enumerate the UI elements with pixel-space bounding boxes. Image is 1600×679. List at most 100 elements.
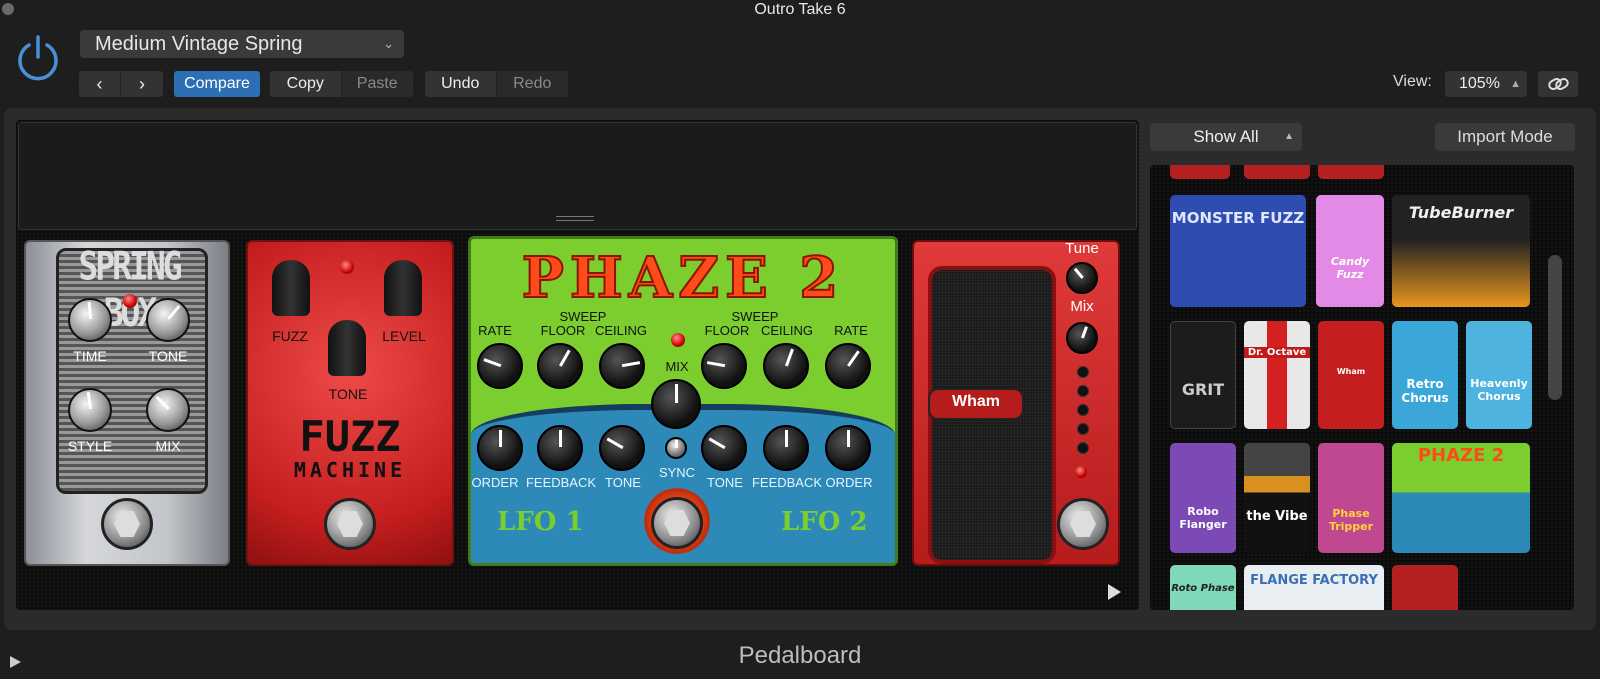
- play-icon[interactable]: [1108, 584, 1121, 600]
- previous-preset-button[interactable]: ‹: [79, 71, 121, 97]
- lfo1-label: LFO 1: [497, 507, 584, 537]
- mode-selector-dot[interactable]: [1077, 423, 1089, 435]
- pedal-filter-dropdown[interactable]: Show All ▲: [1150, 123, 1302, 151]
- mode-selector-dot[interactable]: [1077, 385, 1089, 397]
- knob-label: RATE: [834, 323, 868, 338]
- chevron-down-icon: ⌄: [383, 36, 394, 51]
- mix-knob[interactable]: [651, 379, 701, 429]
- lfo2-tone-knob[interactable]: [701, 425, 747, 471]
- thumbnail-label: TubeBurner: [1408, 203, 1514, 222]
- pedal-browser[interactable]: MONSTER FUZZ Candy Fuzz TubeBurner GRIT …: [1150, 165, 1574, 610]
- router-drawer[interactable]: [18, 122, 1137, 230]
- link-button[interactable]: [1538, 71, 1578, 97]
- lfo1-ceiling-knob[interactable]: [599, 343, 645, 389]
- zoom-selector[interactable]: 105% ▲: [1445, 71, 1527, 97]
- pedal-thumbnail-dr-octave[interactable]: Dr. Octave: [1244, 321, 1310, 429]
- pedal-thumbnail-roto-phase[interactable]: Roto Phase: [1170, 565, 1236, 610]
- time-knob[interactable]: [68, 298, 112, 342]
- pedal-wham[interactable]: Wham Tune Mix: [912, 240, 1120, 566]
- mix-knob[interactable]: [146, 388, 190, 432]
- view-label: View:: [1393, 73, 1432, 90]
- copy-paste-group: Copy Paste: [270, 71, 413, 97]
- sweep-label: SWEEP: [559, 309, 607, 324]
- copy-button[interactable]: Copy: [270, 71, 342, 97]
- lfo2-feedback-knob[interactable]: [763, 425, 809, 471]
- knob-label: TIME: [73, 348, 107, 364]
- knob-label: Tune: [1065, 240, 1099, 257]
- pedal-thumbnail-flange-factory[interactable]: FLANGE FACTORY: [1244, 565, 1384, 610]
- tone-knob[interactable]: [146, 298, 190, 342]
- undo-redo-group: Undo Redo: [425, 71, 568, 97]
- mix-knob[interactable]: [1066, 322, 1098, 354]
- pedal-thumbnail[interactable]: [1244, 165, 1310, 179]
- power-button[interactable]: [14, 33, 62, 81]
- power-icon: [18, 35, 58, 81]
- tone-knob[interactable]: [328, 320, 366, 376]
- footswitch[interactable]: [651, 497, 703, 549]
- thumbnail-label: Heavenly Chorus: [1470, 377, 1528, 403]
- lfo2-rate-knob[interactable]: [825, 343, 871, 389]
- pedal-thumbnail-tubeburner[interactable]: TubeBurner: [1392, 195, 1530, 307]
- lfo1-feedback-knob[interactable]: [537, 425, 583, 471]
- pedal-phaze-2[interactable]: PHAZE 2 SWEEP SWEEP RATE FLOOR CEILING F…: [468, 236, 898, 566]
- lfo1-tone-knob[interactable]: [599, 425, 645, 471]
- knob-label: CEILING: [594, 323, 648, 338]
- pedal-thumbnail[interactable]: [1318, 165, 1384, 179]
- knob-label: TONE: [605, 475, 641, 490]
- lfo1-floor-knob[interactable]: [537, 343, 583, 389]
- knob-label: TONE: [328, 386, 368, 402]
- next-preset-button[interactable]: ›: [121, 71, 163, 97]
- thumbnail-label: Candy Fuzz: [1330, 255, 1370, 281]
- mode-selector-dot[interactable]: [1077, 404, 1089, 416]
- compare-button[interactable]: Compare: [174, 71, 260, 97]
- mode-selector-dot[interactable]: [1077, 366, 1089, 378]
- pedal-thumbnail-robo-flanger[interactable]: Robo Flanger: [1170, 443, 1236, 553]
- pedal-thumbnail-the-vibe[interactable]: the Vibe: [1244, 443, 1310, 553]
- paste-button[interactable]: Paste: [341, 71, 413, 97]
- knob-label: ORDER: [825, 475, 873, 490]
- knob-label: TONE: [707, 475, 743, 490]
- drawer-grip-handle[interactable]: [556, 216, 594, 221]
- pedal-thumbnail-monster-fuzz[interactable]: MONSTER FUZZ: [1170, 195, 1306, 307]
- pedal-thumbnail-candy-fuzz[interactable]: Candy Fuzz: [1316, 195, 1384, 307]
- preset-selector[interactable]: Medium Vintage Spring ⌄: [80, 30, 404, 58]
- import-mode-button[interactable]: Import Mode: [1435, 123, 1575, 151]
- mode-selector-dot[interactable]: [1077, 442, 1089, 454]
- thumbnail-label: PHAZE 2: [1417, 445, 1505, 466]
- thumbnail-label: Retro Chorus: [1401, 377, 1449, 405]
- lfo2-order-knob[interactable]: [825, 425, 871, 471]
- knob-label: TONE: [148, 348, 188, 364]
- fuzz-knob[interactable]: [272, 260, 310, 316]
- pedal-thumbnail-retro-chorus[interactable]: Retro Chorus: [1392, 321, 1458, 429]
- tune-knob[interactable]: [1066, 262, 1098, 294]
- window-title: Outro Take 6: [754, 1, 846, 18]
- redo-button[interactable]: Redo: [496, 71, 568, 97]
- knob-label: STYLE: [67, 438, 113, 454]
- lfo2-ceiling-knob[interactable]: [763, 343, 809, 389]
- knob-label: Mix: [1070, 298, 1094, 315]
- pedal-thumbnail-heavenly-chorus[interactable]: Heavenly Chorus: [1466, 321, 1532, 429]
- pedal-thumbnail-phase-tripper[interactable]: Phase Tripper: [1318, 443, 1384, 553]
- thumbnail-label: Robo Flanger: [1179, 505, 1227, 531]
- pedal-thumbnail-phaze-2[interactable]: PHAZE 2: [1392, 443, 1530, 553]
- thumbnail-label: Roto Phase: [1171, 583, 1235, 594]
- lfo1-rate-knob[interactable]: [477, 343, 523, 389]
- filter-value: Show All: [1193, 127, 1259, 146]
- style-knob[interactable]: [68, 388, 112, 432]
- browser-scrollbar[interactable]: [1548, 255, 1562, 400]
- level-knob[interactable]: [384, 260, 422, 316]
- footswitch[interactable]: [1057, 498, 1109, 550]
- undo-button[interactable]: Undo: [425, 71, 497, 97]
- pedal-thumbnail-grit[interactable]: GRIT: [1170, 321, 1236, 429]
- lfo1-order-knob[interactable]: [477, 425, 523, 471]
- zoom-value: 105%: [1459, 75, 1500, 92]
- pedal-spring-box[interactable]: SPRING BOX TIME TONE STYLE MIX: [24, 240, 230, 566]
- pedal-thumbnail[interactable]: [1392, 565, 1458, 610]
- footswitch[interactable]: [101, 498, 153, 550]
- footswitch[interactable]: [324, 498, 376, 550]
- pedal-thumbnail[interactable]: [1170, 165, 1230, 179]
- pedal-fuzz-machine[interactable]: FUZZ LEVEL TONE FUZZ MACHINE: [246, 240, 454, 566]
- sync-button[interactable]: [665, 437, 687, 459]
- lfo2-floor-knob[interactable]: [701, 343, 747, 389]
- pedal-thumbnail-wham[interactable]: Wham: [1318, 321, 1384, 429]
